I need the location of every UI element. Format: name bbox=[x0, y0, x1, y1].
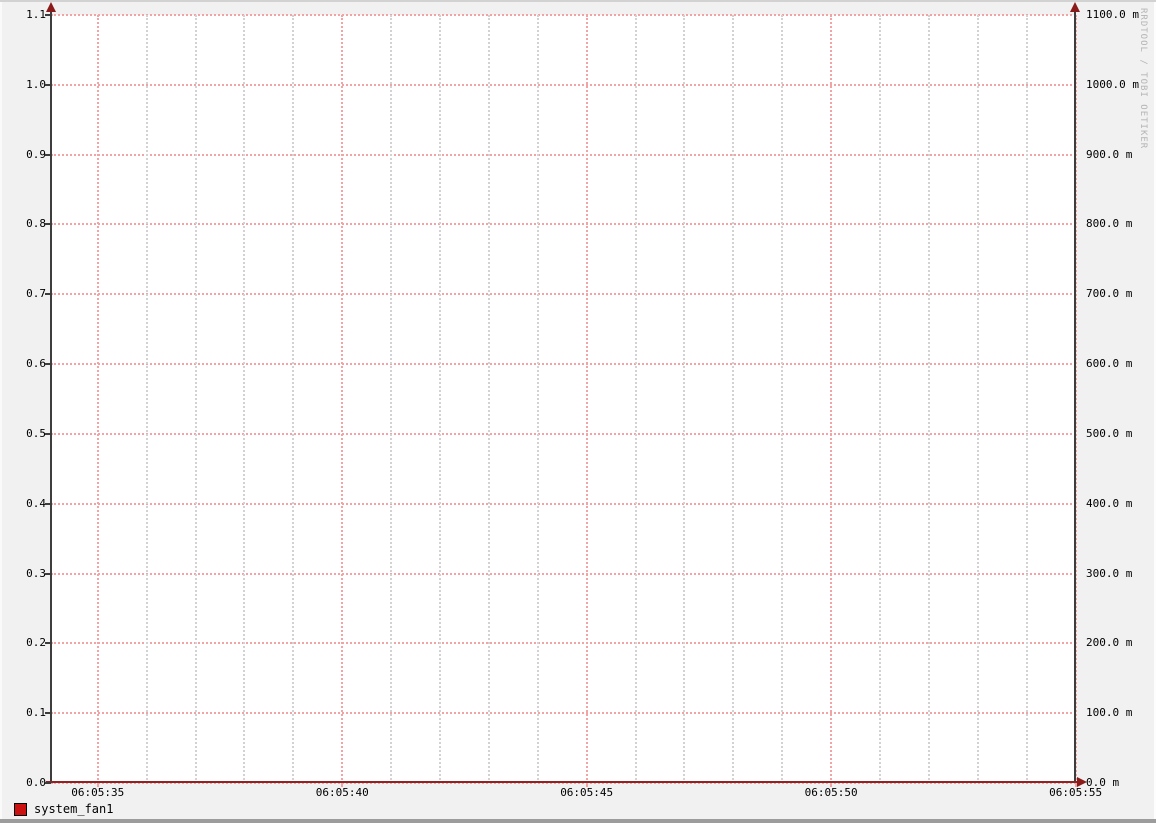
left-y-axis-tick-label: 1.1 bbox=[26, 8, 46, 21]
left-axis-tick-mark bbox=[45, 153, 51, 156]
gridline-minor-vertical bbox=[439, 15, 442, 783]
left-y-axis-tick-label: 0.5 bbox=[26, 426, 46, 440]
gridline-major-vertical bbox=[585, 15, 588, 783]
gridline-minor-vertical bbox=[732, 15, 735, 783]
left-axis-tick-mark bbox=[45, 572, 51, 575]
left-y-axis-tick-label: 0.9 bbox=[26, 147, 46, 161]
x-axis-tick-label: 06:05:45 bbox=[560, 786, 614, 799]
x-axis-tick-label: 06:05:40 bbox=[315, 786, 369, 799]
gridline-minor-vertical bbox=[243, 15, 246, 783]
x-axis-tick-label: 06:05:55 bbox=[1049, 786, 1103, 799]
right-y-axis-tick-label: 600.0 m bbox=[1086, 357, 1133, 371]
frame-edge-top bbox=[0, 0, 1156, 2]
left-y-axis-tick-label: 0.4 bbox=[26, 496, 46, 510]
legend-swatch-system_fan1 bbox=[14, 802, 27, 816]
legend: system_fan1 bbox=[14, 801, 113, 817]
series-line-system_fan1 bbox=[46, 781, 1081, 783]
right-y-axis-tick-label: 900.0 m bbox=[1086, 147, 1133, 161]
x-axis-tick-label: 06:05:50 bbox=[804, 786, 858, 799]
gridline-minor-vertical bbox=[390, 15, 393, 783]
gridline-minor-vertical bbox=[683, 15, 686, 783]
right-y-axis-tick-label: 700.0 m bbox=[1086, 287, 1133, 301]
left-axis-tick-mark bbox=[45, 363, 51, 366]
right-y-axis-tick-label: 300.0 m bbox=[1086, 566, 1133, 580]
gridline-minor-vertical bbox=[536, 15, 539, 783]
rrdtool-graph: 1.1 1100.0 m 1.0 1000.0 m 0.9 900.0 m 0.8 800.0… bbox=[0, 0, 1156, 823]
gridline-minor-vertical bbox=[927, 15, 930, 783]
gridline-major-vertical bbox=[830, 15, 833, 783]
gridline-minor-vertical bbox=[976, 15, 979, 783]
x-axis-tick-label: 06:05:35 bbox=[71, 786, 125, 799]
left-y-axis-tick-label: 0.0 bbox=[26, 776, 46, 789]
left-y-axis-tick-label: 0.8 bbox=[26, 217, 46, 231]
left-y-axis-tick-label: 0.7 bbox=[26, 287, 46, 301]
gridline-major-horizontal bbox=[51, 223, 1076, 226]
left-y-axis-tick-label: 0.1 bbox=[26, 706, 46, 720]
gridline-major-horizontal bbox=[51, 153, 1076, 156]
gridline-major-horizontal bbox=[51, 572, 1076, 575]
right-y-axis-tick-label: 400.0 m bbox=[1086, 496, 1133, 510]
right-y-axis-tick-label: 200.0 m bbox=[1086, 636, 1133, 650]
left-y-axis-tick-label: 0.6 bbox=[26, 357, 46, 371]
left-axis-tick-mark bbox=[45, 432, 51, 435]
left-axis-tick-mark bbox=[45, 223, 51, 226]
gridline-minor-vertical bbox=[194, 15, 197, 783]
right-y-axis-line bbox=[1074, 8, 1076, 783]
left-axis-tick-mark bbox=[45, 642, 51, 645]
plot-area bbox=[51, 15, 1076, 783]
right-axis-arrow-icon bbox=[1070, 2, 1080, 12]
gridline-minor-vertical bbox=[487, 15, 490, 783]
gridline-major-horizontal bbox=[51, 83, 1076, 86]
gridline-major-horizontal bbox=[51, 432, 1076, 435]
left-axis-arrow-icon bbox=[46, 2, 56, 12]
gridline-minor-vertical bbox=[292, 15, 295, 783]
right-y-axis-tick-label: 500.0 m bbox=[1086, 426, 1133, 440]
frame-edge-bottom bbox=[0, 819, 1156, 823]
left-axis-tick-mark bbox=[45, 502, 51, 505]
gridline-major-horizontal bbox=[51, 14, 1076, 16]
left-axis-tick-mark bbox=[45, 293, 51, 296]
left-y-axis-tick-label: 1.0 bbox=[26, 77, 46, 91]
gridline-minor-vertical bbox=[634, 15, 637, 783]
right-y-axis-tick-label: 800.0 m bbox=[1086, 217, 1133, 231]
gridline-major-horizontal bbox=[51, 712, 1076, 715]
gridline-major-horizontal bbox=[51, 293, 1076, 296]
left-y-axis-tick-label: 0.2 bbox=[26, 636, 46, 650]
left-axis-tick-mark bbox=[45, 712, 51, 715]
left-y-axis-tick-label: 0.3 bbox=[26, 566, 46, 580]
gridline-minor-vertical bbox=[879, 15, 882, 783]
gridline-major-vertical bbox=[96, 15, 99, 783]
gridline-major-vertical bbox=[341, 15, 344, 783]
right-y-axis-tick-label: 100.0 m bbox=[1086, 706, 1133, 720]
gridline-minor-vertical bbox=[145, 15, 148, 783]
left-axis-tick-mark bbox=[45, 14, 51, 16]
frame-edge-left bbox=[0, 2, 2, 819]
left-y-axis-line bbox=[50, 8, 52, 783]
legend-label-system_fan1: system_fan1 bbox=[34, 801, 114, 816]
watermark-text: RRDTOOL / TOBI OETIKER bbox=[1138, 8, 1148, 150]
gridline-major-horizontal bbox=[51, 363, 1076, 366]
gridline-minor-vertical bbox=[1025, 15, 1028, 783]
left-axis-tick-mark bbox=[45, 83, 51, 86]
left-axis-tick-mark bbox=[45, 782, 51, 784]
gridline-major-horizontal bbox=[51, 642, 1076, 645]
gridline-major-horizontal bbox=[51, 502, 1076, 505]
gridline-minor-vertical bbox=[781, 15, 784, 783]
